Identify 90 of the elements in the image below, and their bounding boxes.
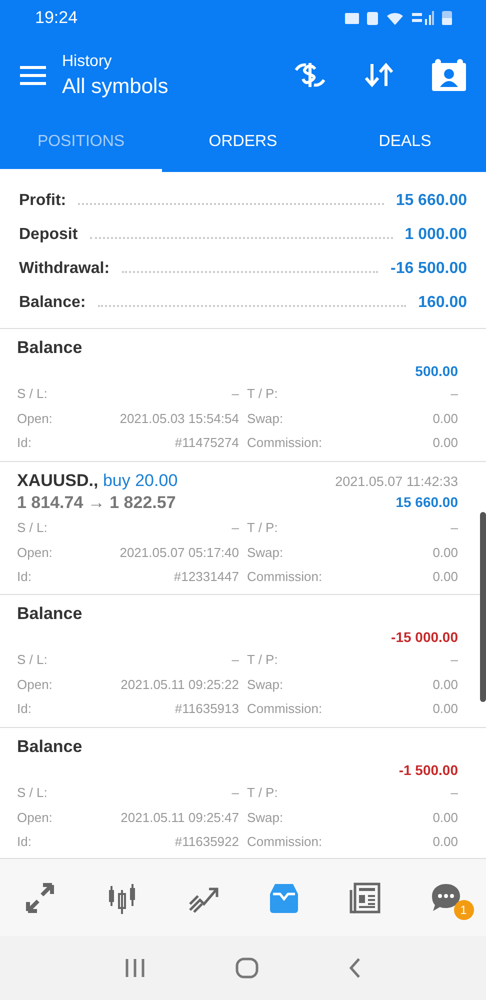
- deal-title: Balance: [17, 736, 82, 758]
- field-label: S / L:: [17, 519, 48, 538]
- diagonal-arrows-icon[interactable]: [24, 882, 56, 914]
- calendar-person-icon[interactable]: [432, 59, 466, 91]
- field-value: #12331447: [172, 568, 240, 586]
- trade-side-text: buy 20.00: [102, 471, 178, 490]
- field-label: Id:: [17, 568, 32, 586]
- field-label: Id:: [17, 434, 32, 452]
- summary-value: 1 000.00: [404, 225, 467, 245]
- field-value: –: [230, 519, 240, 538]
- field-value: –: [230, 385, 240, 403]
- field-label: Open:: [17, 544, 54, 562]
- field-value: 0.00: [432, 676, 458, 694]
- field-label: T / P:: [247, 385, 279, 403]
- field-label: Swap:: [247, 410, 284, 428]
- field-label: S / L:: [17, 784, 48, 802]
- field-value: –: [230, 651, 240, 669]
- field-label: T / P:: [247, 784, 279, 802]
- field-label: Commission:: [247, 568, 324, 586]
- field-label: Id:: [17, 833, 32, 851]
- summary-value: 15 660.00: [396, 191, 467, 211]
- field-label: S / L:: [17, 651, 48, 669]
- deal-title: Balance: [17, 603, 82, 625]
- sort-arrows-icon[interactable]: [364, 62, 394, 88]
- deal-amount: -15 000.00: [391, 628, 458, 647]
- field-value: #11635922: [174, 833, 240, 851]
- field-value: 0.00: [432, 434, 458, 452]
- field-value: –: [450, 385, 458, 403]
- field-value: 0.00: [432, 700, 458, 718]
- deal-amount: 15 660.00: [394, 493, 458, 512]
- field-value: 2021.05.11 09:25:47: [120, 808, 240, 826]
- field-label: Commission:: [247, 700, 324, 718]
- summary-label: Deposit: [19, 225, 78, 245]
- summary-value: -16 500.00: [390, 259, 467, 279]
- deal-amount: 500.00: [415, 362, 458, 381]
- folder-icon: [345, 12, 359, 24]
- field-label: Open:: [17, 808, 54, 827]
- clock-text: 19:24: [35, 6, 78, 29]
- field-value: #11475274: [174, 434, 240, 452]
- field-value: –: [450, 651, 458, 669]
- tab[interactable]: POSITIONS: [0, 115, 162, 172]
- summary-label: Balance:: [19, 293, 86, 313]
- dollar-exchange-icon[interactable]: [294, 60, 326, 90]
- summary-label: Withdrawal:: [19, 259, 110, 279]
- battery-icon: [442, 10, 452, 25]
- deal-time: 2021.05.07 11:42:33: [335, 473, 458, 491]
- field-label: Swap:: [247, 808, 284, 827]
- field-label: Id:: [17, 700, 32, 718]
- field-value: 0.00: [432, 833, 458, 851]
- notification-count: 1: [454, 900, 474, 920]
- battery-saver-icon: [367, 10, 378, 24]
- field-value: 2021.05.11 09:25:22: [120, 676, 240, 694]
- field-value: 2021.05.03 15:54:54: [118, 410, 240, 428]
- home-icon[interactable]: [234, 957, 259, 979]
- field-value: –: [450, 519, 458, 538]
- back-icon[interactable]: [348, 957, 362, 979]
- field-value: –: [450, 784, 458, 802]
- toolbar-title: All symbols: [62, 74, 170, 100]
- field-value: 0.00: [432, 544, 458, 562]
- price-text: 1 814.74 → 1 822.57: [17, 494, 177, 512]
- chat-bubble-icon[interactable]: [430, 882, 462, 914]
- field-label: S / L:: [17, 385, 48, 403]
- symbol-text: XAUUSD.,: [17, 471, 98, 490]
- field-value: –: [230, 784, 240, 802]
- field-label: Commission:: [247, 833, 324, 851]
- field-label: T / P:: [247, 519, 279, 538]
- field-label: Swap:: [247, 544, 284, 562]
- signal-icon: [412, 10, 434, 24]
- field-label: T / P:: [247, 651, 279, 669]
- summary-value: 160.00: [418, 293, 467, 313]
- tab[interactable]: DEALS: [324, 115, 486, 172]
- tab[interactable]: ORDERS: [162, 115, 324, 172]
- field-label: Commission:: [247, 434, 324, 452]
- field-label: Swap:: [247, 676, 284, 694]
- field-label: Open:: [17, 676, 54, 694]
- field-value: #11635913: [174, 700, 240, 718]
- toolbar-subtitle: History: [62, 52, 113, 72]
- menu-icon[interactable]: [20, 65, 46, 85]
- deal-amount: -1 500.00: [398, 761, 458, 780]
- field-value: 0.00: [432, 568, 458, 586]
- field-value: 0.00: [432, 410, 458, 428]
- field-value: 0.00: [432, 808, 458, 826]
- summary-label: Profit:: [19, 191, 66, 211]
- deal-title: Balance: [17, 337, 82, 359]
- field-value: 2021.05.07 05:17:40: [118, 544, 240, 562]
- newspaper-icon[interactable]: [348, 882, 380, 914]
- inbox-tray-icon[interactable]: [268, 882, 300, 914]
- field-label: Open:: [17, 410, 54, 428]
- recent-apps-icon[interactable]: [124, 958, 146, 978]
- wifi-icon: [386, 10, 404, 24]
